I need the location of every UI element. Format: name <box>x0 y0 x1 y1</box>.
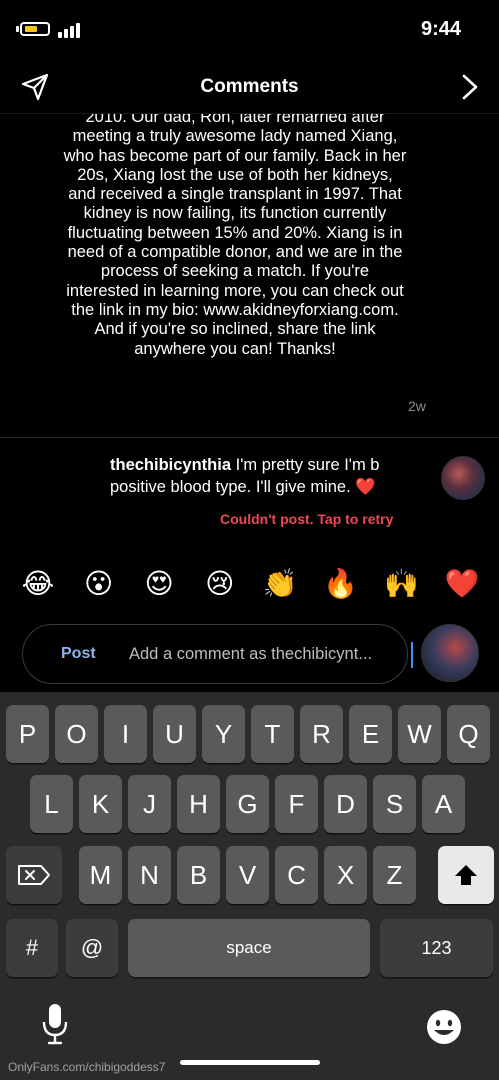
emoji-keyboard-icon[interactable] <box>425 1008 463 1046</box>
comment-line: need of a compatible donor, and we are i… <box>67 243 403 262</box>
comment-text: 2010. Our dad, Ron, later remarried afte… <box>30 114 440 359</box>
comment-line: kidney is now failing, its function curr… <box>83 204 387 223</box>
at-key[interactable]: @ <box>66 919 118 977</box>
header: Comments <box>0 62 499 114</box>
comment-age: 2w <box>408 398 426 414</box>
comment-input-placeholder: Add a comment as thechibicynt... <box>129 645 373 663</box>
key-a[interactable]: A <box>422 775 465 833</box>
comment-input-row: Post Add a comment as thechibicynt... <box>0 622 499 688</box>
key-s[interactable]: S <box>373 775 416 833</box>
emoji-button[interactable]: 😍 <box>131 560 187 608</box>
emoji-button[interactable]: 👏 <box>252 560 308 608</box>
emoji-button[interactable]: 🔥 <box>313 560 369 608</box>
home-indicator <box>180 1060 320 1065</box>
key-v[interactable]: V <box>226 846 269 904</box>
key-r[interactable]: R <box>300 705 343 763</box>
comment-line: who has become part of our family. Back … <box>63 146 407 165</box>
comment-line: anywhere you can! Thanks! <box>134 339 336 358</box>
user-avatar <box>421 624 479 682</box>
key-g[interactable]: G <box>226 775 269 833</box>
key-i[interactable]: I <box>104 705 147 763</box>
comment-line: the link in my bio: www.akidneyforxiang.… <box>71 300 399 319</box>
key-h[interactable]: H <box>177 775 220 833</box>
shift-arrow-icon <box>455 865 477 885</box>
key-l[interactable]: L <box>30 775 73 833</box>
comment-line: fluctuating between 15% and 20%. Xiang i… <box>67 223 403 242</box>
battery-icon <box>20 22 50 36</box>
comment-body: 2010. Our dad, Ron, later remarried afte… <box>30 114 440 414</box>
emoji-button[interactable]: 😂 <box>10 560 66 608</box>
delete-key[interactable] <box>6 846 62 904</box>
key-n[interactable]: N <box>128 846 171 904</box>
comment-username[interactable]: thechibicynthia <box>110 456 231 474</box>
emoji-button[interactable]: 🙌 <box>373 560 429 608</box>
status-time: 9:44 <box>420 18 461 40</box>
space-key[interactable]: space <box>128 919 370 977</box>
key-w[interactable]: W <box>398 705 441 763</box>
key-p[interactable]: P <box>6 705 49 763</box>
key-d[interactable]: D <box>324 775 367 833</box>
retry-link[interactable]: Couldn't post. Tap to retry <box>220 511 393 527</box>
key-q[interactable]: Q <box>447 705 490 763</box>
failed-comment[interactable]: thechibicynthia I'm pretty sure I'm b po… <box>0 438 499 548</box>
emoji-button[interactable]: 😮 <box>71 560 127 608</box>
comment-line: process of seeking a match. If you're <box>100 262 370 281</box>
comment-line: interested in learning more, you can che… <box>66 281 404 300</box>
key-b[interactable]: B <box>177 846 220 904</box>
shift-key[interactable] <box>438 846 494 904</box>
hash-key[interactable]: # <box>6 919 58 977</box>
key-y[interactable]: Y <box>202 705 245 763</box>
comment-content: thechibicynthia I'm pretty sure I'm b po… <box>110 454 436 498</box>
key-e[interactable]: E <box>349 705 392 763</box>
comment-line: meeting a truly awesome lady named Xiang… <box>72 127 398 146</box>
key-x[interactable]: X <box>324 846 367 904</box>
backspace-icon <box>18 865 50 885</box>
emoji-button[interactable]: ❤️ <box>434 560 490 608</box>
battery-nub <box>16 26 19 32</box>
key-k[interactable]: K <box>79 775 122 833</box>
key-f[interactable]: F <box>275 775 318 833</box>
emoji-quick-bar: 😂 😮 😍 😢 👏 🔥 🙌 ❤️ <box>10 560 490 608</box>
avatar[interactable] <box>441 456 485 500</box>
watermark: OnlyFans.com/chibigoddess7 <box>8 1060 166 1074</box>
comment-line: and received a single transplant in 1997… <box>68 185 402 204</box>
microphone-icon[interactable] <box>40 1002 70 1046</box>
key-j[interactable]: J <box>128 775 171 833</box>
comment-line: And if you're so inclined, share the lin… <box>94 320 376 339</box>
comment-line: 2010. Our dad, Ron, later remarried afte… <box>85 114 385 126</box>
key-u[interactable]: U <box>153 705 196 763</box>
key-c[interactable]: C <box>275 846 318 904</box>
key-z[interactable]: Z <box>373 846 416 904</box>
page-title: Comments <box>200 76 299 97</box>
status-bar: 9:44 <box>0 0 499 62</box>
back-chevron-icon[interactable] <box>459 72 481 102</box>
post-button[interactable]: Post <box>61 645 96 663</box>
key-o[interactable]: O <box>55 705 98 763</box>
comment-input[interactable]: Post Add a comment as thechibicynt... <box>22 624 413 684</box>
text-cursor <box>411 642 413 668</box>
emoji-button[interactable]: 😢 <box>192 560 248 608</box>
key-t[interactable]: T <box>251 705 294 763</box>
signal-icon <box>58 22 84 38</box>
comment-line: 20s, Xiang lost the use of both her kidn… <box>77 165 393 184</box>
numbers-key[interactable]: 123 <box>380 919 493 977</box>
key-m[interactable]: M <box>79 846 122 904</box>
